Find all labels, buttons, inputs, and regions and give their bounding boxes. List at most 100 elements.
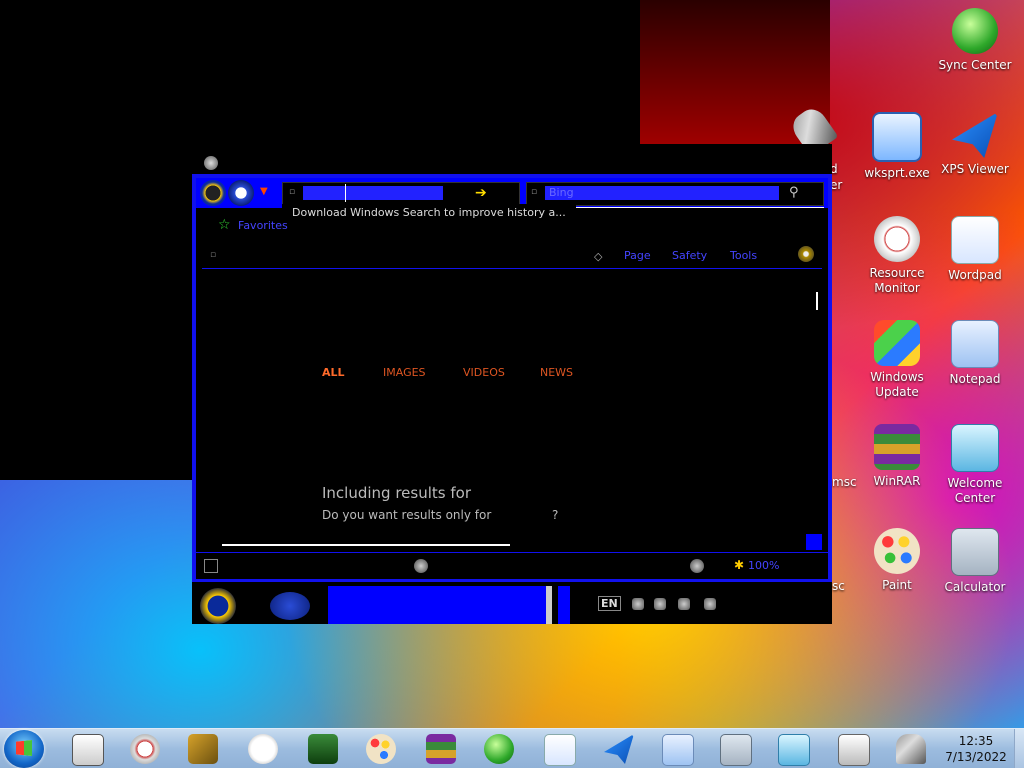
chevron-down-icon[interactable]: ▼ [260,186,268,197]
tray-icon[interactable] [704,598,716,610]
page-icon: ▫ [289,187,296,197]
resource-monitor-icon[interactable] [130,734,160,764]
tab-all[interactable]: ALL [322,366,345,379]
zoom-level[interactable]: 100% [748,559,779,572]
sync-icon [952,8,998,54]
clock-time: 12:35 [958,734,994,748]
active-task-button[interactable] [328,586,546,624]
tray-icon[interactable] [654,598,666,610]
tray-icon[interactable] [678,598,690,610]
page-menu[interactable]: Page [624,249,651,262]
forward-icon[interactable] [228,180,254,206]
command-bar: ▫ ◇ Page Safety Tools [202,242,822,269]
xml-icon[interactable] [838,734,870,766]
desktop-icon-xps-viewer[interactable]: XPS Viewer [936,112,1014,177]
question-mark: ? [552,508,559,522]
desktop-icon-sync-center[interactable]: Sync Center [936,8,1014,73]
results-only-text: Do you want results only for [322,508,492,522]
remote-desktop-icon [872,112,922,162]
file-icon[interactable] [72,734,104,766]
tab-icon[interactable]: ▫ [210,250,216,260]
autocomplete-hint[interactable]: Download Windows Search to improve histo… [292,206,566,219]
address-autocomplete[interactable]: Download Windows Search to improve histo… [282,204,576,240]
help-icon[interactable] [798,246,814,262]
back-icon[interactable] [200,180,226,206]
scrollbar-mark [816,292,818,310]
desktop-icon-label: Windows Update [870,370,924,399]
go-arrow-icon[interactable]: ➔ [475,185,487,201]
inner-taskbar: EN [192,584,832,624]
divider [576,207,824,208]
windows-update-icon [874,320,920,366]
ie-icon[interactable] [270,592,310,620]
search-bar[interactable]: ▫ Bing ⚲ [526,182,824,206]
paint-icon[interactable] [366,734,396,764]
home-icon[interactable]: ◇ [594,250,602,263]
address-input[interactable] [303,186,443,200]
tab-news[interactable]: NEWS [540,366,573,379]
show-desktop-button[interactable] [1014,729,1024,768]
search-provider-icon: ▫ [531,187,538,197]
paint-icon [874,528,920,574]
desktop-icon-wksprt[interactable]: wksprt.exe [858,112,936,181]
window-icon[interactable] [204,156,218,170]
desktop-icon-label: wksprt.exe [864,166,930,180]
globe-icon [414,559,428,573]
scrollbar-thumb[interactable] [806,534,822,550]
desktop-icon-notepad[interactable]: Notepad [936,320,1014,387]
zoom-icon[interactable]: ✱ [734,558,744,572]
notepad-icon[interactable] [662,734,694,766]
welcome-center-icon [951,424,999,472]
start-orb-icon[interactable] [200,588,236,624]
welcome-center-icon[interactable] [778,734,810,766]
desktop-icon-label: Sync Center [938,58,1012,72]
desktop-icon-winrar[interactable]: WinRAR [858,424,936,489]
tray-icon[interactable] [632,598,644,610]
desktop-icon-label: Welcome Center [947,476,1003,505]
desktop-icon-resource-monitor[interactable]: Resource Monitor [858,216,936,296]
xps-viewer-icon[interactable] [604,734,634,764]
desktop-icon-label: Notepad [949,372,1001,386]
page-status-icon [204,559,218,573]
safety-menu[interactable]: Safety [672,249,707,262]
partial-icon-label: sc [832,579,845,593]
search-input[interactable]: Bing [545,186,779,200]
notepad-icon [951,320,999,368]
winrar-icon [874,424,920,470]
desktop: Sync Center wksprt.exe XPS Viewer Resour… [0,0,1024,768]
zone-globe-icon[interactable] [690,559,704,573]
favorites-button[interactable]: ☆ Favorites [200,210,288,238]
clock-icon[interactable] [248,734,278,764]
desktop-icon-wordpad[interactable]: Wordpad [936,216,1014,283]
desktop-icon-windows-update[interactable]: Windows Update [858,320,936,400]
task-button[interactable] [558,586,570,624]
start-button[interactable] [4,730,44,768]
desktop-icon-welcome-center[interactable]: Welcome Center [936,424,1014,506]
language-indicator[interactable]: EN [598,596,621,611]
address-bar[interactable]: ▫ ➔ [282,182,520,206]
partial-icon-label: msc [832,475,857,489]
desktop-icon-calculator[interactable]: Calculator [936,528,1014,595]
tab-images[interactable]: IMAGES [383,366,426,379]
tab-videos[interactable]: VIDEOS [463,366,505,379]
calculator-icon[interactable] [720,734,752,766]
tray-clock[interactable]: 12:35 7/13/2022 [940,733,1012,765]
desktop-icon-label: WinRAR [873,474,921,488]
browser-window[interactable]: ▼ ▫ ➔ ▫ Bing ⚲ Download Windows Search t… [192,144,832,624]
text-cursor [345,184,346,202]
sync-icon[interactable] [484,734,514,764]
horizontal-scrollbar[interactable] [222,544,510,546]
calculator-icon [951,528,999,576]
windows-logo-icon [16,740,32,756]
tools-menu[interactable]: Tools [730,249,757,262]
microphone-icon[interactable] [896,734,926,764]
status-bar: ✱ 100% [196,552,828,579]
resource-monitor-icon [874,216,920,262]
network-icon[interactable] [308,734,338,764]
keys-icon[interactable] [188,734,218,764]
wordpad-icon[interactable] [544,734,576,766]
winrar-icon[interactable] [426,734,456,764]
desktop-icon-label: Paint [882,578,912,592]
search-icon[interactable]: ⚲ [789,185,799,200]
desktop-icon-paint[interactable]: Paint [858,528,936,593]
